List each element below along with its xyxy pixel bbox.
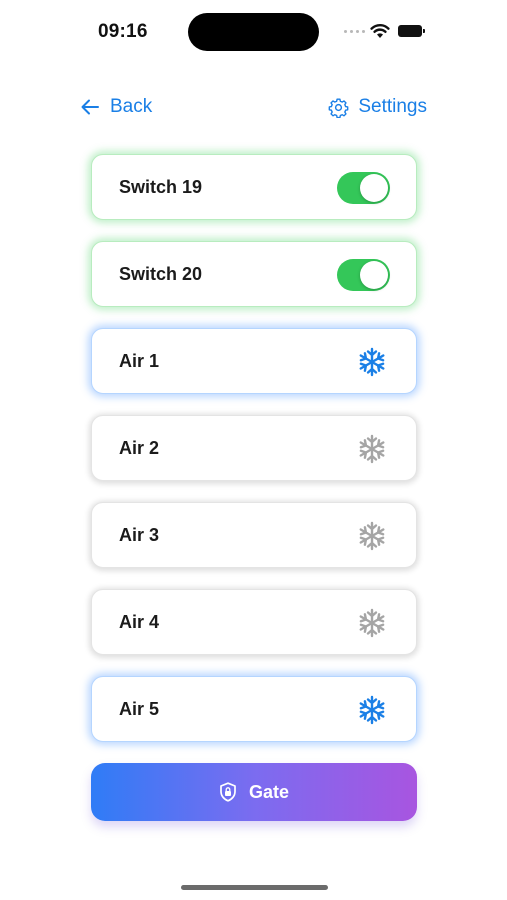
- back-label: Back: [110, 96, 153, 117]
- snowflake-icon[interactable]: [356, 346, 388, 378]
- toggle-knob: [360, 261, 388, 289]
- gate-label: Gate: [248, 781, 290, 802]
- device-label: Air 4: [119, 611, 160, 632]
- switch-19-toggle[interactable]: [337, 172, 390, 204]
- shield-lock-icon: [220, 782, 236, 802]
- device-label: Switch 20: [119, 263, 203, 284]
- gear-icon: [328, 97, 349, 118]
- switch-20-toggle[interactable]: [337, 259, 390, 291]
- device-card-switch-19[interactable]: Switch 19: [91, 154, 417, 220]
- device-card-switch-20[interactable]: Switch 20: [91, 241, 417, 307]
- toggle-knob: [360, 174, 388, 202]
- device-label: Air 2: [119, 437, 160, 458]
- arrow-left-icon: [81, 99, 99, 115]
- device-list: Switch 19 Switch 20 Air 1 Air 2 Air 3 Ai…: [91, 154, 417, 763]
- dynamic-island: [188, 13, 319, 51]
- wifi-icon: [370, 24, 390, 38]
- snowflake-icon[interactable]: [356, 433, 388, 465]
- device-label: Switch 19: [119, 176, 203, 197]
- device-card-air-1[interactable]: Air 1: [91, 328, 417, 394]
- snowflake-icon[interactable]: [356, 520, 388, 552]
- top-navigation: Back Settings: [0, 96, 507, 124]
- status-time: 09:16: [98, 21, 148, 42]
- device-label: Air 5: [119, 698, 160, 719]
- snowflake-icon[interactable]: [356, 694, 388, 726]
- back-button[interactable]: Back: [80, 96, 152, 118]
- settings-button[interactable]: Settings: [328, 96, 427, 118]
- home-indicator[interactable]: [181, 885, 328, 890]
- device-card-air-4[interactable]: Air 4: [91, 589, 417, 655]
- battery-icon: [398, 25, 425, 37]
- device-label: Air 3: [119, 524, 160, 545]
- status-bar: 09:16: [0, 0, 507, 62]
- device-card-air-3[interactable]: Air 3: [91, 502, 417, 568]
- snowflake-icon[interactable]: [356, 607, 388, 639]
- device-label: Air 1: [119, 350, 160, 371]
- cellular-signal-icon: [344, 30, 365, 33]
- settings-label: Settings: [358, 96, 427, 117]
- device-card-air-2[interactable]: Air 2: [91, 415, 417, 481]
- gate-button[interactable]: Gate: [91, 763, 417, 821]
- device-card-air-5[interactable]: Air 5: [91, 676, 417, 742]
